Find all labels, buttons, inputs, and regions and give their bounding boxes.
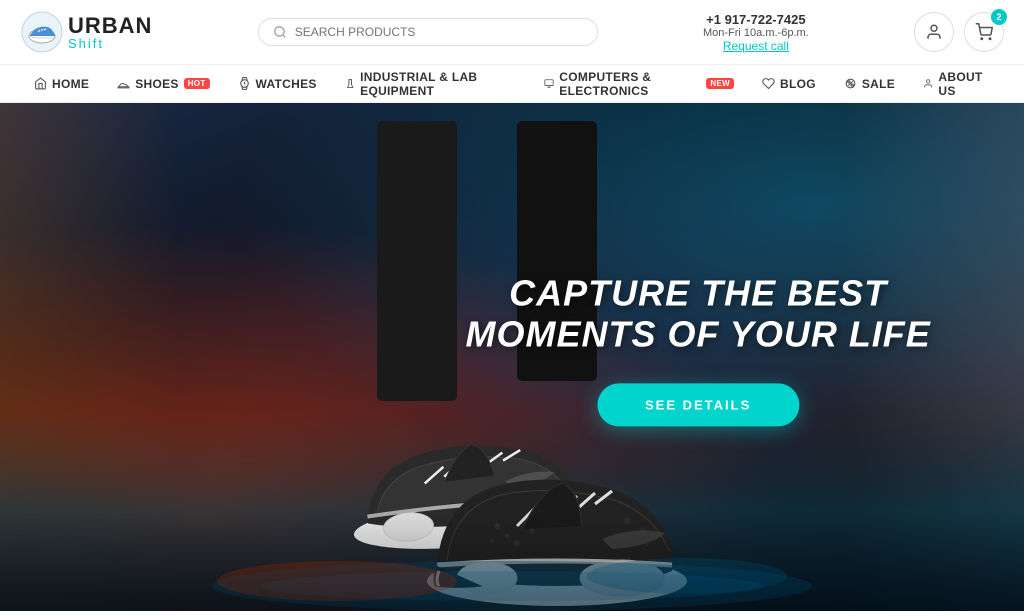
cart-icon [975, 23, 993, 41]
logo-shift: Shift [68, 37, 152, 50]
watch-icon [238, 77, 251, 90]
phone-number: +1 917-722-7425 [703, 12, 809, 27]
header-actions: 2 [914, 12, 1004, 52]
main-nav: HOME SHOES HOT WATCHES INDUSTRIAL & LAB … [0, 65, 1024, 103]
hero-title-line1: CAPTURE THE BEST [509, 272, 887, 313]
lab-icon [345, 77, 355, 90]
hero-section: CAPTURE THE BEST MOMENTS OF YOUR LIFE SE… [0, 103, 1024, 611]
nav-item-sale[interactable]: SALE [830, 65, 909, 102]
header: URBAN Shift +1 917-722-7425 Mon-Fri 10a.… [0, 0, 1024, 65]
nav-label-about: ABOUT US [938, 70, 990, 98]
nav-item-watches[interactable]: WATCHES [224, 65, 331, 102]
computers-new-badge: NEW [706, 78, 734, 89]
nav-item-shoes[interactable]: SHOES HOT [103, 65, 223, 102]
header-contact: +1 917-722-7425 Mon-Fri 10a.m.-6p.m. Req… [703, 12, 809, 53]
sale-icon [844, 77, 857, 90]
nav-label-blog: BLOG [780, 77, 816, 91]
search-input[interactable] [295, 25, 583, 39]
nav-label-watches: WATCHES [256, 77, 317, 91]
account-button[interactable] [914, 12, 954, 52]
nav-label-industrial: INDUSTRIAL & LAB EQUIPMENT [360, 70, 516, 98]
nav-item-home[interactable]: HOME [20, 65, 103, 102]
hero-title: CAPTURE THE BEST MOMENTS OF YOUR LIFE [465, 272, 930, 355]
search-icon [273, 25, 287, 39]
shoes-hot-badge: HOT [184, 78, 210, 89]
computer-icon [544, 77, 554, 90]
search-bar[interactable] [258, 18, 598, 46]
cart-button[interactable]: 2 [964, 12, 1004, 52]
nav-item-about[interactable]: ABOUT US [909, 65, 1004, 102]
about-user-icon [923, 77, 933, 90]
nav-label-shoes: SHOES [135, 77, 179, 91]
logo-text: URBAN Shift [68, 15, 152, 50]
nav-item-industrial[interactable]: INDUSTRIAL & LAB EQUIPMENT [331, 65, 531, 102]
logo[interactable]: URBAN Shift [20, 10, 152, 54]
logo-icon [20, 10, 64, 54]
nav-item-blog[interactable]: BLOG [748, 65, 830, 102]
request-call-link[interactable]: Request call [703, 39, 809, 53]
home-icon [34, 77, 47, 90]
blog-icon [762, 77, 775, 90]
cart-badge: 2 [991, 9, 1007, 25]
nav-label-sale: SALE [862, 77, 895, 91]
hero-title-line2: MOMENTS OF YOUR LIFE [465, 314, 930, 355]
business-hours: Mon-Fri 10a.m.-6p.m. [703, 27, 809, 39]
hero-content: CAPTURE THE BEST MOMENTS OF YOUR LIFE SE… [465, 272, 930, 426]
hero-cta-button[interactable]: SEE DETAILS [597, 383, 799, 426]
logo-urban: URBAN [68, 15, 152, 37]
account-icon [925, 23, 943, 41]
nav-item-computers[interactable]: COMPUTERS & ELECTRONICS NEW [530, 65, 748, 102]
nav-label-computers: COMPUTERS & ELECTRONICS [559, 70, 701, 98]
shoe-icon [117, 77, 130, 90]
street-reflection [0, 511, 1024, 611]
nav-label-home: HOME [52, 77, 89, 91]
